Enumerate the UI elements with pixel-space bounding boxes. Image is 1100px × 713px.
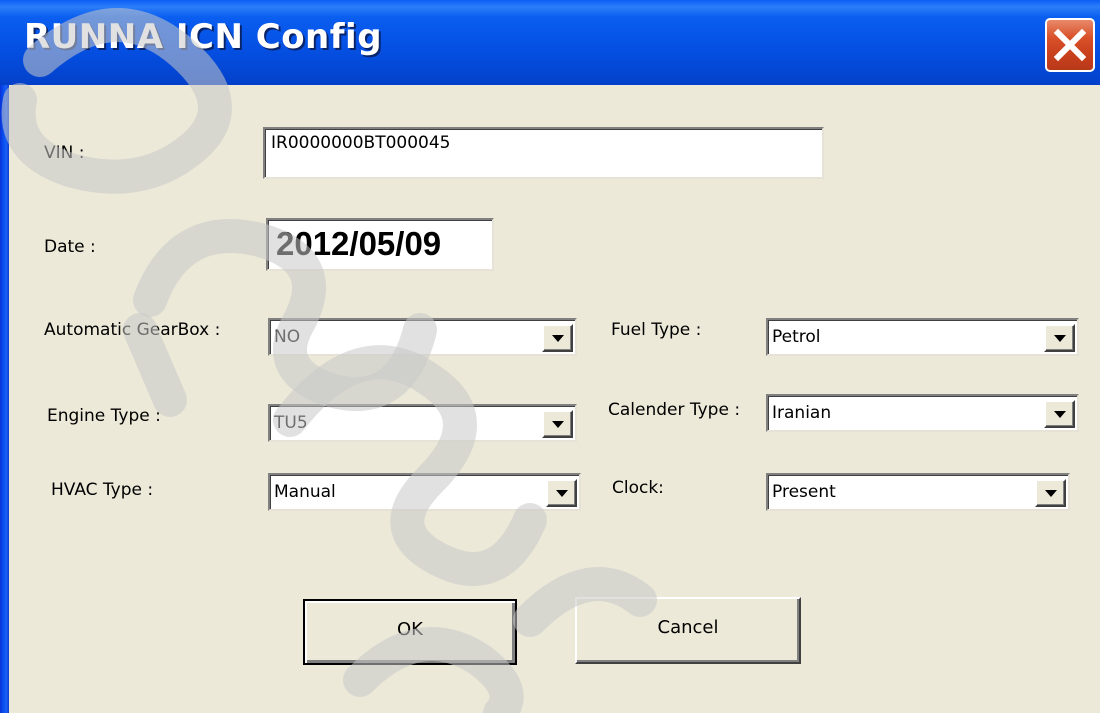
close-button[interactable] [1045, 18, 1095, 72]
fuel-type-value: Petrol [772, 327, 821, 347]
window-title: RUNNA ICN Config [24, 17, 383, 57]
watermark-overlay [1, 8, 657, 713]
calender-type-value: Iranian [772, 403, 832, 423]
calender-type-dropdown-button[interactable] [1044, 400, 1075, 428]
hvac-type-select[interactable]: Manual [268, 473, 581, 511]
clock-value: Present [772, 482, 836, 502]
cancel-button[interactable]: Cancel [575, 597, 801, 664]
engine-type-value: TU5 [274, 413, 308, 433]
fuel-type-select[interactable]: Petrol [766, 318, 1079, 356]
vin-input[interactable]: IR0000000BT000045 [263, 127, 824, 179]
calender-type-select[interactable]: Iranian [766, 394, 1079, 432]
hvac-type-label: HVAC Type : [51, 480, 154, 500]
fuel-type-label: Fuel Type : [611, 320, 702, 340]
engine-type-label: Engine Type : [47, 406, 161, 426]
automatic-gearbox-select[interactable]: NO [268, 318, 577, 356]
vin-label: VIN : [44, 143, 85, 163]
clock-label: Clock: [612, 478, 664, 498]
date-label: Date : [44, 237, 96, 257]
title-bar[interactable]: RUNNA ICN Config [0, 0, 1100, 85]
cancel-button-label: Cancel [657, 617, 719, 638]
chevron-down-icon [1045, 490, 1057, 497]
fuel-type-dropdown-button[interactable] [1044, 324, 1075, 352]
chevron-down-icon [556, 490, 568, 497]
watermark-stroke [123, 313, 187, 417]
watermark-stroke [273, 345, 547, 586]
calender-type-label: Calender Type : [608, 400, 741, 420]
chevron-down-icon [1054, 335, 1066, 342]
date-input[interactable]: 2012/05/09 [266, 218, 494, 271]
automatic-gearbox-value: NO [274, 327, 301, 347]
ok-button-label: OK [397, 619, 423, 640]
automatic-gearbox-label: Automatic GearBox : [44, 320, 221, 340]
chevron-down-icon [552, 335, 564, 342]
automatic-gearbox-dropdown-button[interactable] [542, 324, 573, 352]
chevron-down-icon [552, 421, 564, 428]
chevron-down-icon [1054, 411, 1066, 418]
engine-type-select[interactable]: TU5 [268, 404, 577, 442]
clock-dropdown-button[interactable] [1035, 479, 1066, 507]
ok-button[interactable]: OK [303, 599, 517, 665]
engine-type-dropdown-button[interactable] [542, 410, 573, 438]
clock-select[interactable]: Present [766, 473, 1070, 511]
config-dialog: RUNNA ICN Config VIN : IR0000000BT000045… [0, 0, 1100, 713]
hvac-type-value: Manual [274, 482, 336, 502]
window-left-border [0, 0, 9, 713]
hvac-type-dropdown-button[interactable] [546, 479, 577, 507]
close-icon [1053, 28, 1087, 62]
